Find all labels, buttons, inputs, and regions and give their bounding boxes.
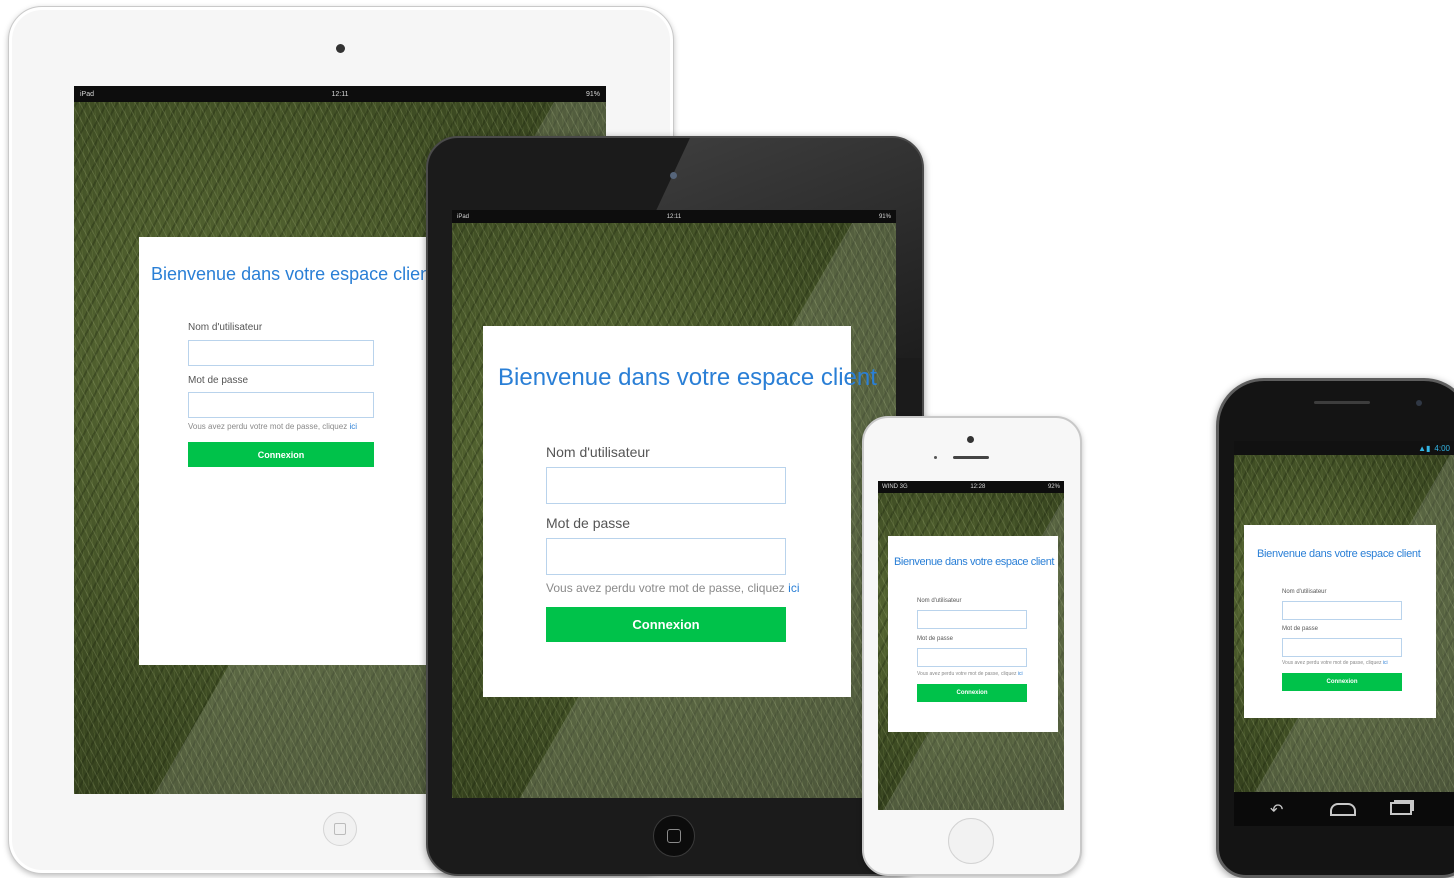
username-label: Nom d'utilisateur	[188, 322, 263, 333]
status-carrier: WIND 3G	[882, 484, 908, 490]
page-title: Bienvenue dans votre espace client	[498, 364, 877, 391]
password-label: Mot de passe	[546, 515, 631, 531]
iphone-camera-icon	[967, 436, 974, 443]
password-label: Mot de passe	[188, 375, 249, 386]
username-label: Nom d'utilisateur	[546, 444, 650, 460]
status-carrier: iPad	[80, 90, 95, 98]
white-ipad-home-button-icon[interactable]	[323, 812, 357, 846]
iphone-sensor-icon	[934, 456, 937, 459]
forgot-password-text: Vous avez perdu votre mot de passe, cliq…	[546, 581, 800, 595]
android-speaker-icon	[1314, 401, 1370, 404]
status-signal-icon: ▲▮	[1418, 443, 1431, 453]
password-label: Mot de passe	[917, 636, 954, 642]
forgot-password-text: Vous avez perdu votre mot de passe, cliq…	[188, 422, 357, 431]
forgot-password-link[interactable]: ici	[1018, 671, 1023, 677]
password-input[interactable]	[1282, 638, 1402, 657]
forgot-password-link[interactable]: ici	[349, 422, 357, 431]
username-input[interactable]	[917, 610, 1027, 629]
connexion-button[interactable]: Connexion	[188, 442, 374, 467]
android-status-bar: ▲▮ 4:00	[1234, 441, 1454, 455]
username-label: Nom d'utilisateur	[1282, 589, 1327, 595]
username-input[interactable]	[1282, 601, 1402, 620]
home-icon[interactable]	[1330, 803, 1356, 816]
username-label: Nom d'utilisateur	[917, 598, 962, 604]
page-title: Bienvenue dans votre espace client	[1257, 548, 1421, 560]
android-camera-icon	[1416, 400, 1422, 406]
status-time: 4:00	[1434, 443, 1450, 453]
recent-apps-icon[interactable]	[1390, 802, 1412, 815]
page-title: Bienvenue dans votre espace client	[894, 556, 1055, 568]
password-input[interactable]	[546, 538, 786, 575]
forgot-password-link[interactable]: ici	[788, 581, 799, 595]
connexion-button[interactable]: Connexion	[546, 607, 786, 642]
white-ipad-status-bar: iPad 12:11 91%	[74, 86, 606, 102]
password-label: Mot de passe	[1282, 626, 1319, 632]
connexion-button[interactable]: Connexion	[917, 684, 1027, 702]
black-ipad-home-button-icon[interactable]	[653, 815, 695, 857]
status-time: 12:28	[970, 484, 986, 490]
status-carrier: iPad	[457, 213, 470, 220]
forgot-password-text: Vous avez perdu votre mot de passe, cliq…	[917, 671, 1023, 677]
black-ipad-status-bar: iPad 12:11 91%	[452, 210, 896, 223]
status-battery: 91%	[585, 90, 600, 98]
username-input[interactable]	[188, 340, 374, 366]
status-battery: 91%	[878, 213, 891, 220]
connexion-button[interactable]: Connexion	[1282, 673, 1402, 691]
status-time: 12:11	[331, 90, 349, 98]
back-icon[interactable]: ↶	[1270, 800, 1283, 820]
black-ipad-camera-icon	[670, 172, 677, 179]
status-battery: 92%	[1047, 484, 1060, 490]
forgot-password-link[interactable]: ici	[1383, 660, 1388, 666]
status-time: 12:11	[666, 213, 682, 220]
iphone-home-button-icon[interactable]	[948, 818, 994, 864]
username-input[interactable]	[546, 467, 786, 504]
page-title: Bienvenue dans votre espace client	[151, 264, 436, 284]
forgot-password-text: Vous avez perdu votre mot de passe, cliq…	[1282, 660, 1388, 666]
password-input[interactable]	[188, 392, 374, 418]
iphone-speaker-icon	[953, 456, 989, 459]
iphone-status-bar: WIND 3G 12:28 92%	[878, 481, 1064, 493]
white-ipad-camera-icon	[336, 44, 345, 53]
password-input[interactable]	[917, 648, 1027, 667]
